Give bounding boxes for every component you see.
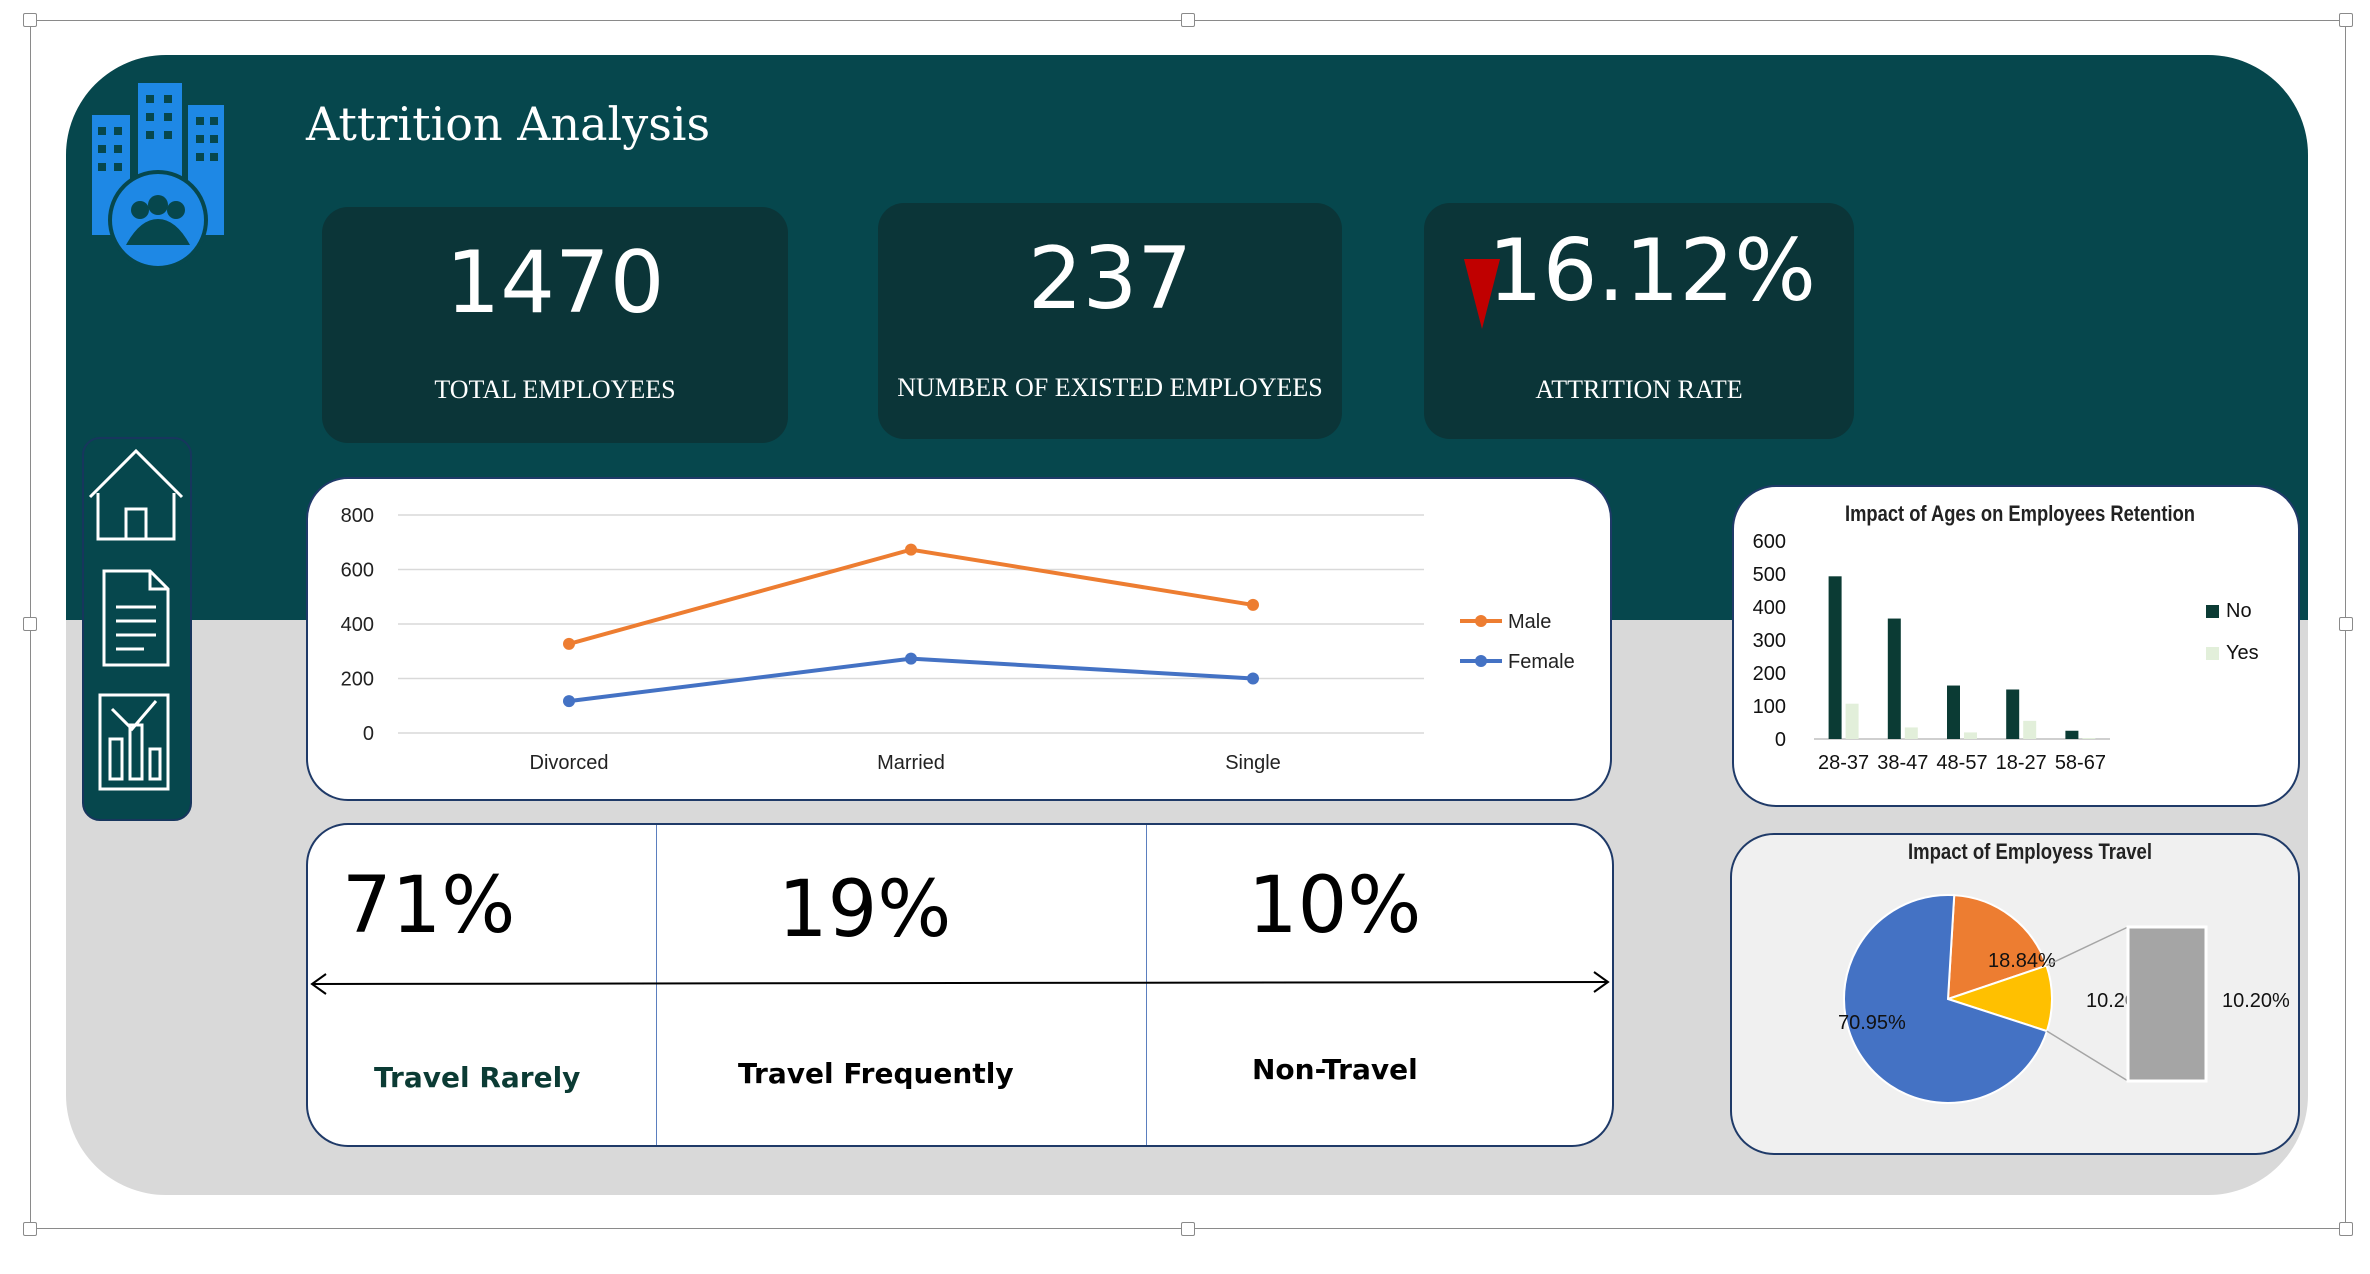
series-line-female: [568, 656, 1254, 704]
travel-pie-chart-panel: Impact of Employess Travel 18.84% 10.20% 70…: [1730, 833, 2300, 1155]
legend-label-female: Female: [1508, 651, 1575, 673]
data-point-female: [1247, 672, 1259, 685]
kpi-value: 1470: [445, 233, 665, 333]
pie-label-blue: 70.95%: [1838, 1012, 1906, 1034]
legend-marker-female: [1475, 655, 1487, 667]
bar-no: [1828, 576, 1842, 739]
line-chart: 0 200 400 600 800 Divorced Married Single Male Fe…: [341, 505, 1575, 774]
data-point-male: [905, 543, 917, 556]
kpi-attrition-rate: 16.12% ATTRITION RATE: [1424, 203, 1854, 439]
bar-yes: [1964, 732, 1977, 739]
travel-rarely-label: Travel Rarely: [374, 1061, 581, 1094]
bar-yes: [1845, 703, 1859, 739]
dashboard: Attrition Analysis 1470 TOTAL EMPLOYEES …: [66, 55, 2308, 1195]
resize-handle-top-right[interactable]: [2339, 13, 2353, 27]
travel-frequently-label: Travel Frequently: [738, 1057, 1014, 1090]
resize-handle-middle-right[interactable]: [2339, 617, 2353, 631]
data-point-male: [1247, 598, 1259, 611]
bar-no: [1887, 618, 1901, 739]
x-tick-label: Single: [1225, 752, 1281, 774]
marital-status-line-chart-panel: 0 200 400 600 800 Divorced Married Single Male Fe…: [306, 477, 1612, 801]
data-point-female: [905, 652, 917, 665]
age-retention-bar-chart-panel: Impact of Ages on Employees Retention 0 10…: [1732, 485, 2300, 807]
y-tick-label: 400: [1753, 597, 1786, 619]
kpi-existed-employees: 237 NUMBER OF EXISTED EMPLOYEES: [878, 203, 1342, 439]
legend-marker-male: [1475, 615, 1487, 627]
connector-line: [2046, 926, 2129, 967]
resize-handle-bottom-left[interactable]: [23, 1222, 37, 1236]
x-tick-label: 18-27: [1996, 752, 2047, 774]
company-logo-icon: [88, 75, 228, 280]
legend-label-male: Male: [1508, 611, 1551, 633]
y-tick-label: 0: [1775, 729, 1786, 751]
bar-chart: Impact of Ages on Employees Retention 0 10…: [1753, 501, 2259, 774]
non-travel-percent: 10%: [1248, 861, 1422, 951]
legend-swatch-yes: [2206, 647, 2219, 660]
bar-no: [1947, 685, 1960, 739]
bar-yes: [2082, 738, 2096, 739]
connector-line: [2046, 1030, 2129, 1082]
document-icon[interactable]: [102, 569, 170, 667]
non-travel-label: Non-Travel: [1252, 1053, 1418, 1086]
x-tick-label: 48-57: [1936, 752, 1987, 774]
legend-label-yes: Yes: [2226, 642, 2259, 664]
travel-frequently-percent: 19%: [778, 865, 952, 955]
bar-yes: [2023, 720, 2037, 739]
resize-handle-top-left[interactable]: [23, 13, 37, 27]
y-tick-label: 0: [363, 723, 374, 745]
nav-sidebar: [82, 437, 192, 821]
home-icon[interactable]: [88, 448, 184, 541]
y-tick-label: 300: [1753, 630, 1786, 652]
kpi-label: ATTRITION RATE: [1535, 375, 1743, 404]
resize-handle-middle-left[interactable]: [23, 617, 37, 631]
bar-yes: [1904, 727, 1918, 739]
series-line-male: [568, 547, 1254, 646]
bar-of-pie-label: 10.20%: [2222, 990, 2290, 1012]
x-tick-label: Divorced: [530, 752, 609, 774]
dashboard-title: Attrition Analysis: [306, 97, 711, 151]
x-tick-label: 58-67: [2055, 752, 2106, 774]
y-tick-label: 200: [341, 669, 374, 691]
bar-of-pie-segment: [2126, 925, 2208, 1083]
bar-no: [2006, 689, 2020, 739]
y-tick-label: 600: [1753, 531, 1786, 553]
chart-title: Impact of Ages on Employees Retention: [1845, 501, 2195, 526]
y-tick-label: 400: [341, 614, 374, 636]
bar-no: [2065, 730, 2079, 739]
bar-of-pie-chart: Impact of Employess Travel 18.84% 10.20% 70…: [1838, 839, 2290, 1104]
y-tick-label: 800: [341, 505, 374, 527]
travel-rarely-percent: 71%: [342, 861, 516, 951]
kpi-total-employees: 1470 TOTAL EMPLOYEES: [322, 207, 788, 443]
x-tick-label: Married: [877, 752, 945, 774]
resize-handle-bottom-center[interactable]: [1181, 1222, 1195, 1236]
kpi-label: TOTAL EMPLOYEES: [434, 375, 676, 404]
y-tick-label: 200: [1753, 663, 1786, 685]
kpi-value: 16.12%: [1488, 221, 1816, 321]
data-point-female: [563, 695, 575, 708]
kpi-label: NUMBER OF EXISTED EMPLOYEES: [897, 373, 1323, 402]
resize-handle-top-center[interactable]: [1181, 13, 1195, 27]
legend-label-no: No: [2226, 600, 2252, 622]
travel-summary-panel: 71% 19% 10% Travel Rarely Travel Frequen…: [306, 823, 1614, 1147]
y-tick-label: 600: [341, 560, 374, 582]
report-icon[interactable]: [98, 693, 170, 791]
chart-title: Impact of Employess Travel: [1908, 839, 2152, 864]
y-tick-label: 100: [1753, 696, 1786, 718]
pie-label-orange: 18.84%: [1988, 950, 2056, 972]
resize-handle-bottom-right[interactable]: [2339, 1222, 2353, 1236]
double-arrow-line: [310, 971, 1610, 995]
data-point-male: [563, 637, 575, 650]
kpi-value: 237: [1027, 229, 1193, 329]
x-tick-label: 28-37: [1818, 752, 1869, 774]
x-tick-label: 38-47: [1877, 752, 1928, 774]
y-tick-label: 500: [1753, 564, 1786, 586]
legend-swatch-no: [2206, 605, 2219, 618]
